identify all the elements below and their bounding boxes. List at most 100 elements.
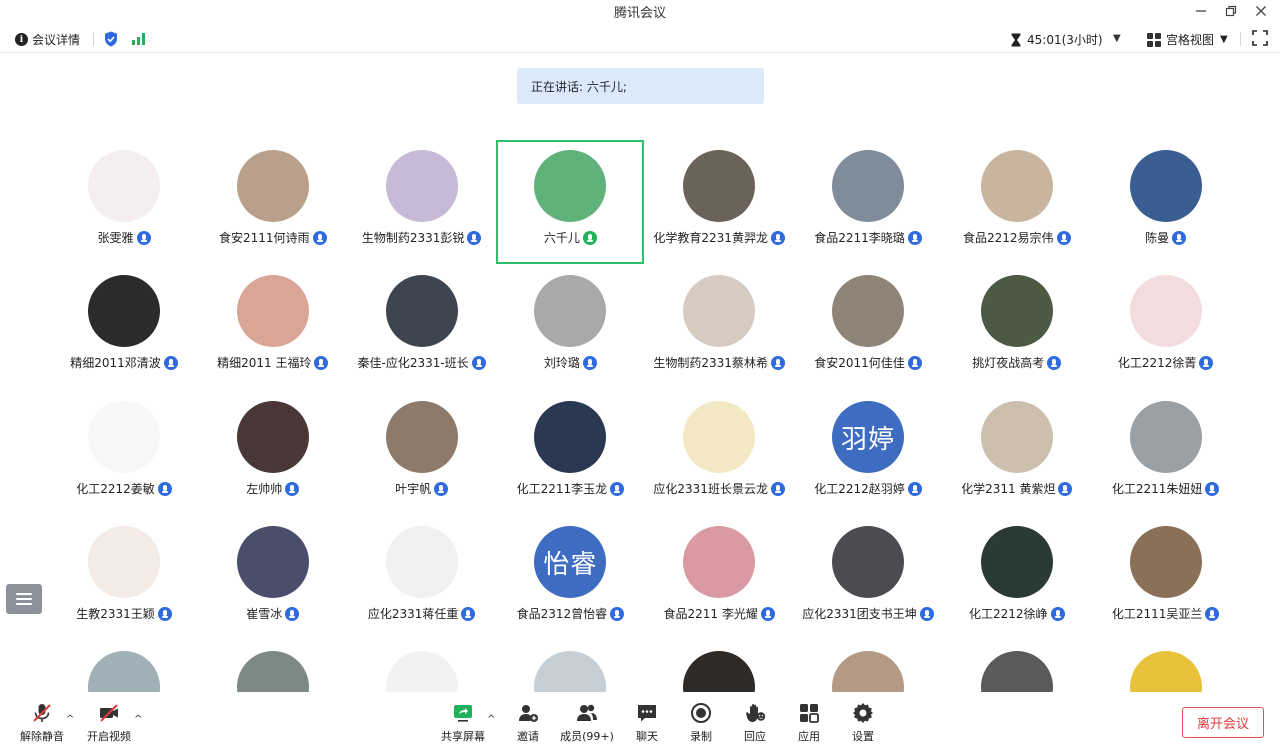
mic-muted-icon [33,704,51,722]
participant-name-label: 化学教育2231黄羿龙 [653,231,768,245]
mic-icon [136,230,151,245]
avatar [980,526,1053,598]
participant-tile[interactable]: 左帅帅 [199,391,347,515]
view-mode-button[interactable]: 宫格视图 ▼ [1147,31,1228,48]
participant-tile[interactable]: 生教2331王颖 [50,516,198,640]
participant-tile[interactable]: 陈曼 [1092,140,1240,264]
participant-tile[interactable] [943,641,1091,692]
participant-tile[interactable]: 挑灯夜战高考 [943,265,1091,389]
invite-user-icon [519,705,538,722]
participant-tile[interactable]: 食安2011何佳佳 [794,265,942,389]
view-mode-label: 宫格视图 [1166,33,1215,47]
participant-tile[interactable]: 化学2311 黄紫炟 [943,391,1091,515]
participant-tile[interactable]: 应化2331蒋任重 [348,516,496,640]
mic-icon [610,606,625,621]
participant-tile[interactable]: 食品2211 李光耀 [645,516,793,640]
participant-list-toggle-button[interactable] [6,584,42,614]
mic-icon [1047,355,1062,370]
participant-tile[interactable]: 张雯雅 [50,140,198,264]
participant-tile[interactable]: 化工2212姜敏 [50,391,198,515]
mic-icon [312,230,327,245]
participant-tile[interactable] [50,641,198,692]
participant-tile[interactable]: 应化2331班长景云龙 [645,391,793,515]
participant-name-label: 左帅帅 [246,482,283,496]
minimize-icon[interactable] [1186,0,1216,22]
participant-name-label: 应化2331班长景云龙 [653,482,768,496]
participant-tile[interactable]: 食安2111何诗雨 [199,140,347,264]
participant-name: 应化2331团支书王坤 [794,605,942,622]
participant-tile[interactable]: 化工2211朱妞妞 [1092,391,1240,515]
participant-name-label: 应化2331蒋任重 [367,607,459,621]
network-signal-icon[interactable] [131,32,147,46]
participant-name-label: 食品2211李晓璐 [814,231,905,245]
avatar [1129,150,1202,222]
meeting-detail-button[interactable]: i 会议详情 [15,31,80,48]
close-icon[interactable] [1246,0,1276,22]
meeting-timer[interactable]: 45:01(3小时) [1011,31,1103,48]
mic-icon [157,606,172,621]
participant-tile[interactable]: 化工2111吴亚兰 [1092,516,1240,640]
avatar [88,651,160,692]
mic-icon [1205,606,1220,621]
participant-tile[interactable] [1092,641,1240,692]
participant-name-label: 精细2011 王福玲 [217,356,312,370]
participant-tile[interactable]: 崔雪冰 [199,516,347,640]
participant-tile[interactable]: 食品2212易宗伟 [943,140,1091,264]
restore-icon[interactable] [1216,0,1246,22]
participant-tile[interactable] [348,641,496,692]
participant-tile[interactable] [199,641,347,692]
mic-icon [285,481,300,496]
avatar [88,150,160,222]
participant-tile[interactable] [496,641,644,692]
participant-name-label: 生物制药2331彭锐 [361,231,465,245]
participant-tile[interactable]: 怡睿 食品2312曾怡睿 [496,516,644,640]
participant-tile[interactable]: 羽婷 化工2212赵羽婷 [794,391,942,515]
participant-tile[interactable]: 精细2011 王福玲 [199,265,347,389]
shield-icon[interactable] [104,31,118,47]
avatar: 羽婷 [832,401,904,473]
fullscreen-icon[interactable] [1252,30,1268,46]
participant-name-label: 化工2111吴亚兰 [1111,607,1203,621]
mic-icon [1172,230,1187,245]
avatar [683,651,756,692]
mic-icon [919,606,934,621]
mic-icon [1056,230,1071,245]
participant-tile[interactable]: 化工2211李玉龙 [496,391,644,515]
participant-tile[interactable]: 化工2212徐峥 [943,516,1091,640]
participant-tile[interactable]: 秦佳-应化2331-班长 [348,265,496,389]
participant-tile[interactable]: 生物制药2331蔡林希 [645,265,793,389]
avatar [534,275,607,347]
participant-tile[interactable]: 生物制药2331彭锐 [348,140,496,264]
participant-tile[interactable]: 化学教育2231黄羿龙 [645,140,793,264]
participant-tile[interactable] [645,641,793,692]
participant-tile[interactable]: 食品2211李晓璐 [794,140,942,264]
mic-icon [760,606,775,621]
video-options-caret-icon[interactable]: ^ [134,714,142,725]
participant-name: 化学教育2231黄羿龙 [645,229,793,246]
participant-tile[interactable]: 六千儿 [496,140,645,264]
mic-icon [610,481,625,496]
avatar [1129,526,1202,598]
participant-name-label: 食安2011何佳佳 [814,356,905,370]
participant-name-label: 化工2211朱妞妞 [1111,482,1203,496]
participant-tile[interactable]: 叶宇帆 [348,391,496,515]
record-icon [691,703,711,723]
avatar [385,401,458,473]
leave-meeting-button[interactable]: 离开会议 [1182,707,1264,738]
participant-tile[interactable]: 化工2212徐菁 [1092,265,1240,389]
camera-off-icon [100,704,118,722]
participant-tile[interactable]: 刘玲璐 [496,265,644,389]
avatar [832,275,904,347]
divider [1240,32,1241,46]
participant-name-label: 食安2111何诗雨 [219,231,310,245]
info-icon: i [15,33,28,46]
participant-name: 应化2331蒋任重 [348,605,496,622]
participant-tile[interactable] [794,641,942,692]
timer-dropdown-icon[interactable]: ▼ [1113,33,1121,44]
participant-name: 左帅帅 [199,480,347,497]
avatar [236,150,309,222]
settings-button[interactable]: 设置 [828,692,898,753]
participant-tile[interactable]: 应化2331团支书王坤 [794,516,942,640]
mic-icon [471,355,486,370]
participant-tile[interactable]: 精细2011邓清波 [50,265,198,389]
